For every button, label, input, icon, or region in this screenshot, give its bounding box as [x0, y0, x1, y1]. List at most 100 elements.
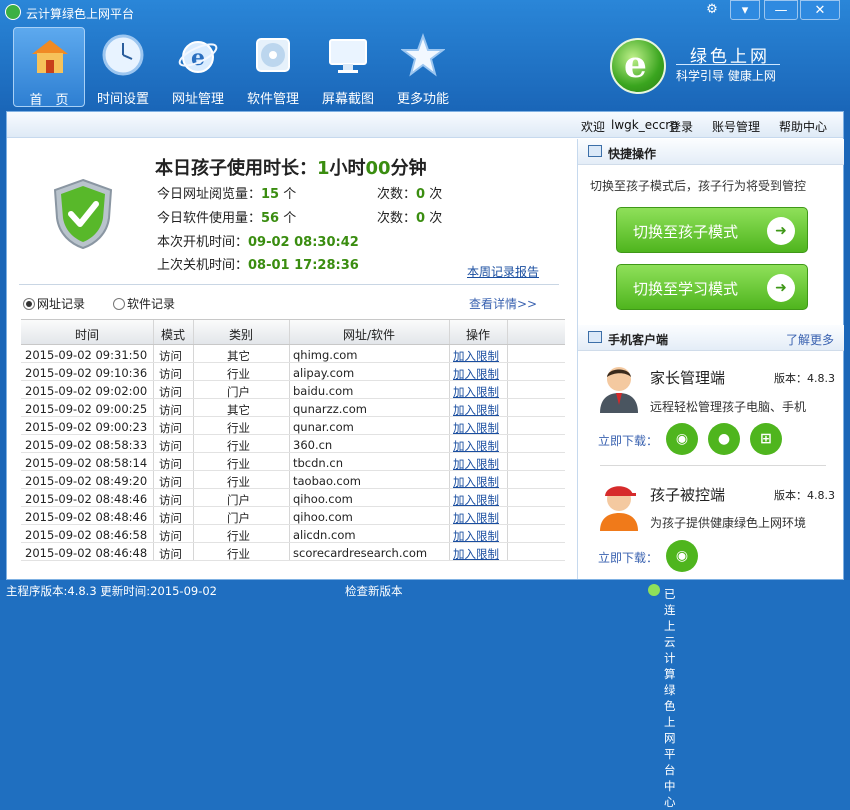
- column-header-target[interactable]: 网址/软件: [289, 326, 449, 343]
- table-row: 2015-09-02 08:46:48 访问 行业 scorecardresearch…: [21, 543, 565, 561]
- view-details-link[interactable]: 查看详情>>: [469, 295, 537, 312]
- column-divider: [449, 453, 450, 470]
- check-update-link[interactable]: 检查新版本: [345, 583, 403, 599]
- apple-download-icon[interactable]: ●: [708, 423, 740, 455]
- add-restriction-link[interactable]: 加入限制: [453, 510, 499, 526]
- settings-gear-icon[interactable]: ⚙: [700, 0, 724, 20]
- table-cell-time: 2015-09-02 09:00:23: [25, 420, 148, 434]
- add-restriction-link[interactable]: 加入限制: [453, 456, 499, 472]
- shutdown-time-value: 08-01 17:28:36: [248, 258, 359, 273]
- quick-actions-header: 快捷操作: [578, 139, 844, 165]
- tab-home[interactable]: 首 页: [13, 27, 85, 108]
- star-icon: [401, 33, 445, 77]
- add-restriction-link[interactable]: 加入限制: [453, 492, 499, 508]
- brand-logo-icon: e: [610, 38, 666, 94]
- tab-web-records-label: 网址记录: [37, 297, 86, 311]
- tab-time-settings[interactable]: 时间设置: [87, 27, 159, 107]
- login-link[interactable]: 登录: [669, 118, 693, 135]
- account-management-link[interactable]: 账号管理: [712, 118, 760, 135]
- table-cell-category: 行业: [227, 457, 250, 471]
- close-button[interactable]: ✕: [800, 0, 840, 20]
- android-download-icon[interactable]: ◉: [666, 423, 698, 455]
- table-row: 2015-09-02 08:49:20 访问 行业 taobao.com 加入限制: [21, 471, 565, 489]
- table-cell-time: 2015-09-02 09:10:36: [25, 366, 148, 380]
- learn-more-link[interactable]: 了解更多: [786, 331, 834, 348]
- column-divider: [289, 345, 290, 362]
- menu-dropdown-button[interactable]: ▾: [730, 0, 760, 20]
- table-cell-target: baidu.com: [293, 384, 354, 398]
- column-header-action[interactable]: 操作: [449, 326, 507, 343]
- add-restriction-link[interactable]: 加入限制: [453, 420, 499, 436]
- mobile-client-icon: [588, 331, 602, 343]
- android-download-icon[interactable]: ◉: [666, 540, 698, 572]
- column-divider: [153, 543, 154, 560]
- column-divider: [507, 417, 508, 434]
- table-cell-time: 2015-09-02 08:48:46: [25, 492, 148, 506]
- table-cell-mode: 访问: [159, 385, 182, 399]
- tab-url-management-label: 网址管理: [171, 92, 224, 107]
- table-cell-time: 2015-09-02 08:46:48: [25, 546, 148, 560]
- column-divider: [153, 320, 154, 344]
- weekly-report-link[interactable]: 本周记录报告: [467, 263, 539, 280]
- column-divider: [193, 435, 194, 452]
- table-cell-target: scorecardresearch.com: [293, 546, 428, 560]
- software-count-label: 今日软件使用量：: [157, 211, 262, 226]
- tab-software-management[interactable]: 软件管理: [237, 27, 309, 107]
- column-header-mode[interactable]: 模式: [153, 326, 193, 343]
- switch-study-mode-button[interactable]: 切换至学习模式 ➜: [616, 264, 808, 310]
- add-restriction-link[interactable]: 加入限制: [453, 384, 499, 400]
- table-row: 2015-09-02 09:31:50 访问 其它 qhimg.com 加入限制: [21, 345, 565, 363]
- help-center-link[interactable]: 帮助中心: [779, 118, 827, 135]
- column-header-category[interactable]: 类别: [193, 326, 289, 343]
- add-restriction-link[interactable]: 加入限制: [453, 438, 499, 454]
- tab-url-management[interactable]: e 网址管理: [162, 27, 234, 107]
- table-row: 2015-09-02 08:58:33 访问 行业 360.cn 加入限制: [21, 435, 565, 453]
- minimize-button[interactable]: —: [764, 0, 798, 20]
- column-divider: [193, 507, 194, 524]
- column-divider: [153, 363, 154, 380]
- add-restriction-link[interactable]: 加入限制: [453, 528, 499, 544]
- column-divider: [507, 435, 508, 452]
- tab-web-records[interactable]: 网址记录: [23, 295, 85, 312]
- table-cell-category: 行业: [227, 439, 250, 453]
- windows-download-icon[interactable]: ⊞: [750, 423, 782, 455]
- shield-check-icon: [53, 178, 113, 250]
- web-times-value: 0: [416, 187, 426, 202]
- username: lwgk_eccrp: [611, 118, 678, 132]
- child-client-version: 版本：4.8.3: [774, 489, 835, 502]
- tab-more-features[interactable]: 更多功能: [387, 27, 459, 107]
- column-header-time[interactable]: 时间: [21, 326, 153, 343]
- tab-home-label: 首 页: [29, 93, 69, 108]
- table-cell-category: 其它: [227, 349, 250, 363]
- table-cell-category: 行业: [227, 529, 250, 543]
- table-cell-time: 2015-09-02 09:31:50: [25, 348, 148, 362]
- brand-subtitle: 科学引导 健康上网: [676, 69, 776, 83]
- column-divider: [153, 471, 154, 488]
- column-divider: [289, 320, 290, 344]
- boot-time-value: 09-02 08:30:42: [248, 235, 359, 250]
- add-restriction-link[interactable]: 加入限制: [453, 348, 499, 364]
- table-cell-category: 其它: [227, 403, 250, 417]
- tab-software-records[interactable]: 软件记录: [113, 295, 175, 312]
- column-divider: [289, 435, 290, 452]
- quick-actions-title: 快捷操作: [608, 147, 657, 161]
- title-bar: 云计算绿色上网平台 ⚙ ▾ — ✕: [0, 0, 850, 24]
- add-restriction-link[interactable]: 加入限制: [453, 546, 499, 562]
- web-times-label: 次数：: [377, 187, 417, 202]
- column-divider: [289, 507, 290, 524]
- add-restriction-link[interactable]: 加入限制: [453, 402, 499, 418]
- app-window: 云计算绿色上网平台 ⚙ ▾ — ✕ 首 页 时间设置 e 网址管理 软件管理 屏…: [0, 0, 850, 809]
- column-divider: [507, 363, 508, 380]
- add-restriction-link[interactable]: 加入限制: [453, 366, 499, 382]
- column-divider: [507, 320, 508, 344]
- switch-child-mode-label: 切换至孩子模式: [633, 223, 739, 241]
- tab-screenshot[interactable]: 屏幕截图: [312, 27, 384, 107]
- switch-child-mode-button[interactable]: 切换至孩子模式 ➜: [616, 207, 808, 253]
- software-times-stat: 次数：0 次: [377, 207, 442, 226]
- web-times-stat: 次数：0 次: [377, 183, 442, 202]
- add-restriction-link[interactable]: 加入限制: [453, 474, 499, 490]
- usage-hours-unit: 小时: [329, 158, 366, 179]
- monitor-icon: [329, 39, 367, 73]
- internet-explorer-icon: e: [178, 41, 218, 73]
- table-cell-mode: 访问: [159, 547, 182, 561]
